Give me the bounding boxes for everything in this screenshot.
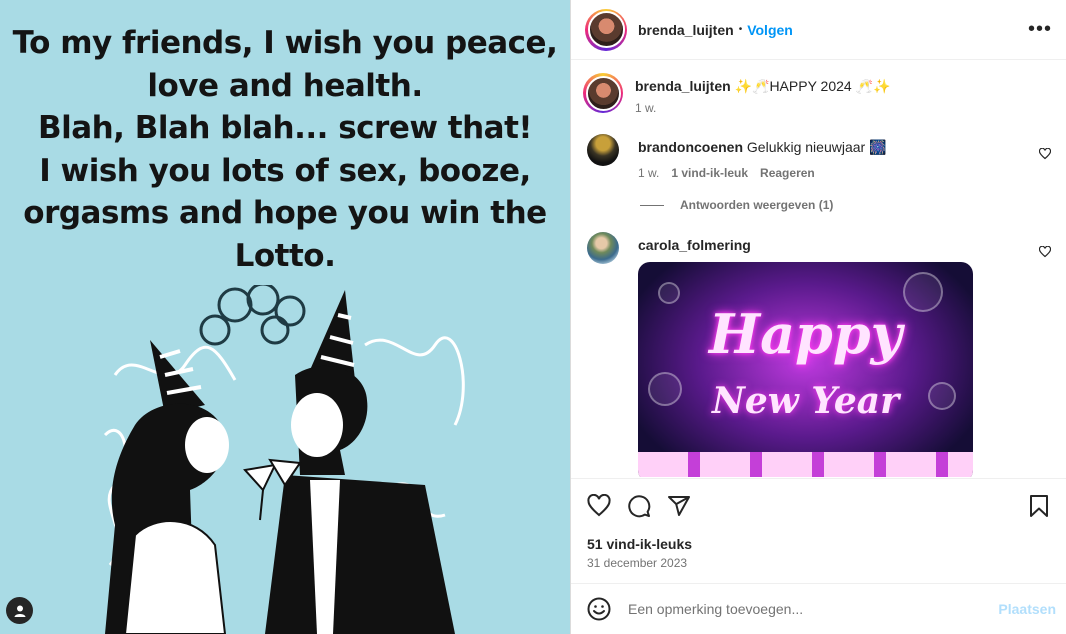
quote-line: Lotto. [234,237,336,274]
gif-confetti [638,452,973,477]
likes-count[interactable]: 51 vind-ik-leuks [587,536,1051,552]
comment-gif[interactable]: Happy New Year [638,262,973,477]
quote-line: To my friends, I wish you peace, [12,25,558,61]
like-comment-heart-icon[interactable] [1039,148,1051,160]
comment-composer: Plaatsen [571,583,1066,634]
quote-line: love and health. [147,67,423,104]
post-viewer: To my friends, I wish you peace, love an… [0,0,1066,634]
caption-time[interactable]: 1 w. [635,101,656,115]
post-actions: 51 vind-ik-leuks 31 december 2023 [571,478,1066,583]
replies-divider [640,204,664,206]
tagged-users-button[interactable] [6,597,33,624]
comment-item: carola_folmering Happy New Year [587,232,1051,477]
post-comment-button[interactable]: Plaatsen [998,601,1056,617]
user-icon [14,605,25,617]
post-image[interactable]: To my friends, I wish you peace, love an… [0,0,570,634]
quote-line: I wish you lots of sex, booze, [39,152,531,189]
comments-list[interactable]: brenda_luijten ✨🥂HAPPY 2024 🥂✨ 1 w. bran… [571,61,1066,477]
quote-line: Blah, Blah blah... screw that! [37,110,533,146]
caption-avatar[interactable] [583,73,623,113]
emoji-icon[interactable] [587,597,611,621]
save-bookmark-icon[interactable] [1027,494,1051,518]
caption-text: ✨🥂HAPPY 2024 🥂✨ [734,78,891,94]
commenter-avatar[interactable] [587,232,619,264]
like-comment-heart-icon[interactable] [1039,246,1051,258]
caption: brenda_luijten ✨🥂HAPPY 2024 🥂✨ 1 w. [583,73,1051,115]
follow-button[interactable]: Volgen [747,22,793,38]
gif-text-happy: Happy [709,302,902,366]
more-options-icon[interactable]: ••• [1028,18,1052,41]
post-date: 31 december 2023 [587,556,688,570]
post-sidebar: brenda_luijten • Volgen ••• brenda_luijt… [570,0,1066,634]
commenter-username[interactable]: carola_folmering [638,237,751,253]
comment-likes[interactable]: 1 vind-ik-leuk [671,166,748,180]
comment-bubble-icon[interactable] [627,494,651,518]
like-heart-icon[interactable] [587,494,611,518]
reply-button[interactable]: Reageren [760,166,815,180]
comment-item: brandoncoenen Gelukkig nieuwjaar 🎆 1 w. … [587,134,1051,180]
commenter-avatar[interactable] [587,134,619,166]
post-header: brenda_luijten • Volgen ••• [571,0,1066,60]
commenter-username[interactable]: brandoncoenen [638,139,743,155]
quote-text: To my friends, I wish you peace, love an… [0,22,570,277]
comment-time[interactable]: 1 w. [638,166,659,180]
author-avatar[interactable] [585,8,627,51]
caption-username[interactable]: brenda_luijten [635,78,731,94]
quote-line: orgasms and hope you win the [23,195,547,231]
gif-text-new-year: New Year [711,380,900,422]
author-username[interactable]: brenda_luijten [638,22,734,38]
share-paper-plane-icon[interactable] [667,494,691,518]
couple-toasting-illustration [103,285,465,634]
view-replies-label: Antwoorden weergeven (1) [680,198,834,212]
separator-dot: • [738,24,743,35]
comment-text: Gelukkig nieuwjaar 🎆 [746,139,887,155]
comment-input[interactable] [628,601,999,617]
view-replies-button[interactable]: Antwoorden weergeven (1) [640,198,1051,212]
